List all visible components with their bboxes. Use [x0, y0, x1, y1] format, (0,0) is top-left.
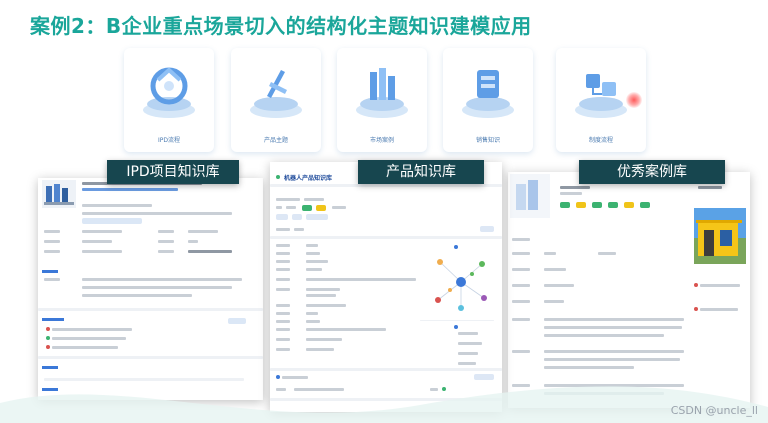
category-card-product[interactable]: 产品主题	[231, 48, 321, 152]
slide-title: 案例2：B企业重点场景切入的结构化主题知识建模应用	[30, 14, 532, 38]
knowledge-graph-image	[435, 259, 487, 311]
building-photo-image	[694, 208, 746, 264]
category-label: 市场案例	[369, 137, 394, 144]
product-panel-title: 机器人产品知识库	[284, 175, 333, 182]
decorative-wave	[0, 386, 768, 423]
sales-knowledge-icon	[462, 70, 514, 118]
category-label: 制度流程	[588, 137, 613, 144]
category-row: IPD流程 产品主题 市场案例 销售知识 制度流程	[124, 48, 646, 152]
ipd-knowledge-banner: IPD项目知识库	[107, 160, 239, 184]
device-thumbnail-image	[42, 180, 76, 208]
category-card-market[interactable]: 市场案例	[337, 48, 427, 152]
category-card-ipd[interactable]: IPD流程	[124, 48, 214, 152]
case-thumbnail-image	[510, 174, 550, 218]
product-knowledge-banner: 产品知识库	[358, 160, 484, 184]
watermark: CSDN @uncle_ll	[670, 404, 758, 417]
category-card-policy[interactable]: 制度流程	[556, 48, 646, 152]
category-label: 产品主题	[263, 137, 288, 144]
category-label: 销售知识	[475, 137, 500, 144]
product-theme-icon	[250, 70, 302, 118]
category-label: IPD流程	[157, 137, 180, 144]
market-case-icon	[356, 68, 408, 118]
highlight-glow	[626, 92, 642, 108]
category-card-sales[interactable]: 销售知识	[443, 48, 533, 152]
ipd-process-icon	[143, 67, 195, 118]
policy-process-icon	[575, 74, 627, 118]
cases-knowledge-banner: 优秀案例库	[579, 160, 725, 184]
